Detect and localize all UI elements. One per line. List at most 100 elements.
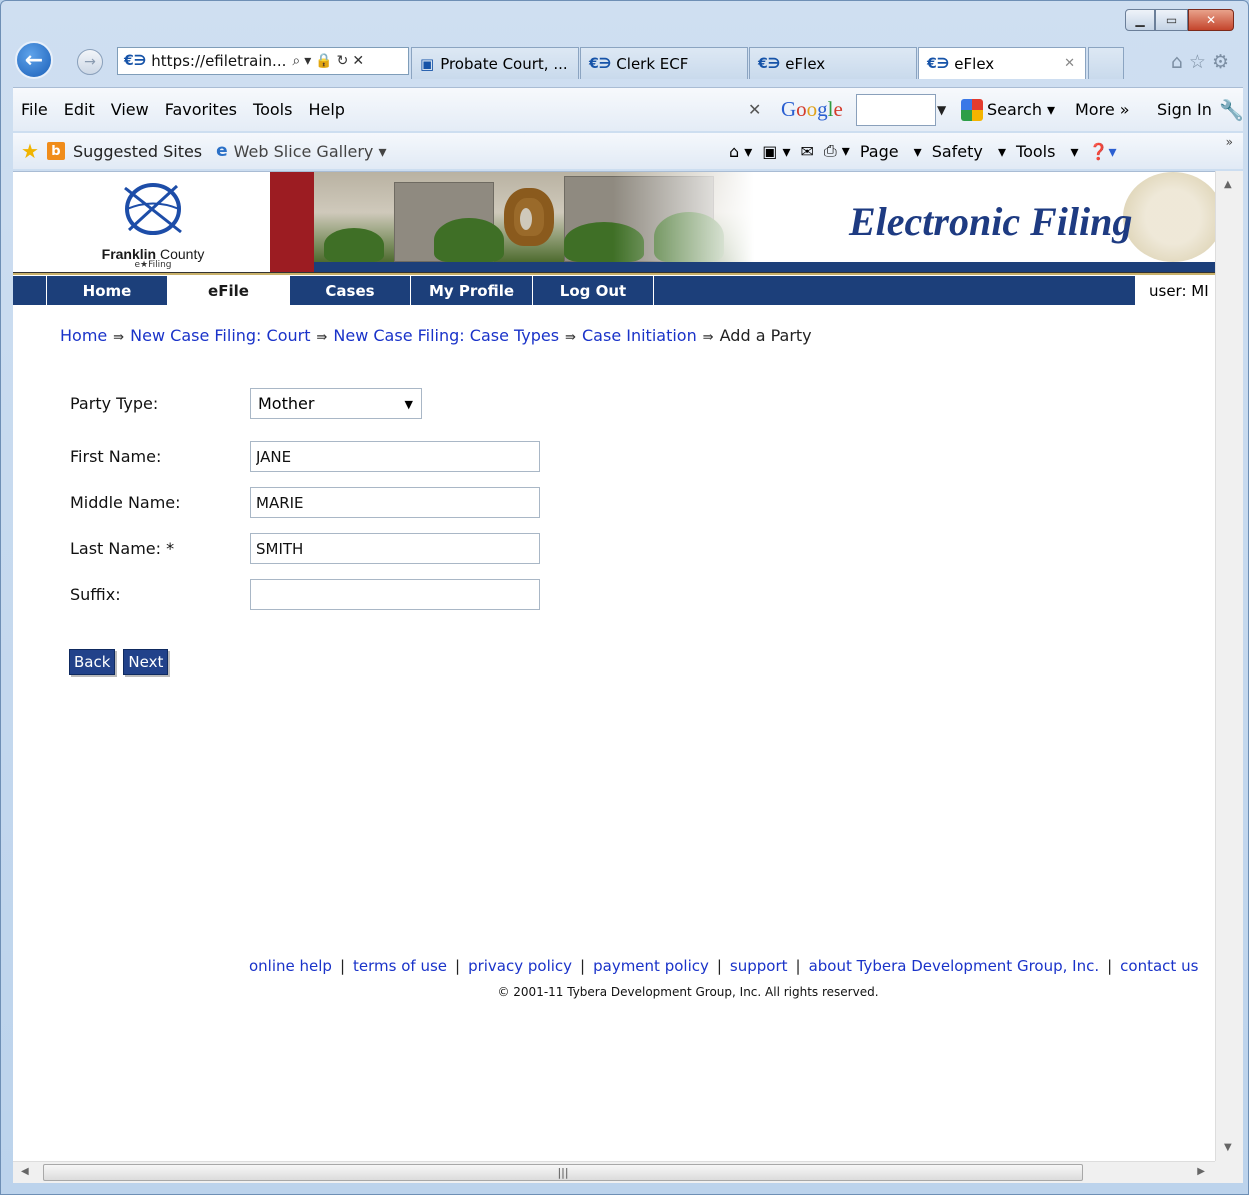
address-actions-icon[interactable]: ⌕▾🔒↻✕ xyxy=(292,53,368,69)
footer-online-help[interactable]: online help xyxy=(249,957,332,975)
menu-view[interactable]: View xyxy=(103,100,157,119)
middle-name-input[interactable] xyxy=(250,487,540,518)
chevron-down-icon: ▼ xyxy=(404,398,413,411)
tab-eflex-active[interactable]: €∋ eFlex ✕ xyxy=(918,47,1086,79)
sculpture-shape xyxy=(504,188,554,246)
scroll-down-icon[interactable]: ▼ xyxy=(1224,1142,1232,1153)
page-favicon-icon: ▣ xyxy=(420,54,435,73)
google-search-button[interactable]: Search ▾ xyxy=(961,98,1055,121)
footer-separator: | xyxy=(339,957,346,975)
tree-shape xyxy=(434,218,504,262)
last-name-input[interactable] xyxy=(250,533,540,564)
close-button[interactable]: ✕ xyxy=(1188,9,1234,31)
chevron-right-icon[interactable]: » xyxy=(1226,135,1233,149)
browser-window: ▁ ▭ ✕ ← → €∋ https://efiletrain... ⌕▾🔒↻✕… xyxy=(0,0,1249,1195)
google-signin-button[interactable]: Sign In xyxy=(1157,100,1212,119)
footer-payment-policy[interactable]: payment policy xyxy=(593,957,709,975)
breadcrumb-new-case-types[interactable]: New Case Filing: Case Types xyxy=(333,326,559,345)
suffix-input[interactable] xyxy=(250,579,540,610)
nav-efile[interactable]: eFile xyxy=(168,276,290,305)
ie-icon: e xyxy=(216,141,228,161)
footer-separator: | xyxy=(455,957,461,975)
favorites-bar: ★ b Suggested Sites e Web Slice Gallery … xyxy=(13,133,1243,169)
next-button[interactable]: Next xyxy=(123,649,169,675)
franklin-county-logo[interactable]: Franklin County e★Filing xyxy=(93,180,213,272)
command-bar: ⌂ ▾ ▣ ▾ ✉ ⎙ ▾ Page ▾ Safety ▾ Tools ▾ ❓▾ xyxy=(729,141,1127,161)
footer-support[interactable]: support xyxy=(730,957,788,975)
menu-tools[interactable]: Tools xyxy=(245,100,300,119)
close-tab-icon[interactable]: ✕ xyxy=(1064,56,1075,71)
help-icon[interactable]: ❓▾ xyxy=(1089,142,1117,161)
copyright-text: © 2001-11 Tybera Development Group, Inc.… xyxy=(497,985,879,999)
back-button[interactable]: Back xyxy=(69,649,116,675)
menu-favorites[interactable]: Favorites xyxy=(157,100,245,119)
print-icon[interactable]: ⎙ ▾ xyxy=(824,141,850,161)
close-toolbar-icon[interactable]: ✕ xyxy=(748,100,761,119)
breadcrumb-new-case-court[interactable]: New Case Filing: Court xyxy=(130,326,310,345)
nav-my-profile[interactable]: My Profile xyxy=(411,276,533,305)
last-name-label: Last Name: * xyxy=(70,539,175,558)
address-bar[interactable]: €∋ https://efiletrain... ⌕▾🔒↻✕ xyxy=(117,47,409,75)
scroll-up-icon[interactable]: ▲ xyxy=(1224,179,1232,190)
home-favorites-settings-icon[interactable]: ⌂☆⚙ xyxy=(1171,51,1235,73)
middle-name-label: Middle Name: xyxy=(70,493,181,512)
nav-log-out[interactable]: Log Out xyxy=(533,276,654,305)
breadcrumb-case-initiation[interactable]: Case Initiation xyxy=(582,326,697,345)
county-seal xyxy=(1123,172,1215,262)
browser-nav-row: ← → €∋ https://efiletrain... ⌕▾🔒↻✕ ▣ Pro… xyxy=(13,39,1243,81)
maximize-button[interactable]: ▭ xyxy=(1155,9,1188,31)
scroll-left-icon[interactable]: ◀ xyxy=(21,1166,29,1177)
home-icon[interactable]: ⌂ ▾ xyxy=(729,142,752,161)
nav-home[interactable]: Home xyxy=(47,276,168,305)
footer-privacy-policy[interactable]: privacy policy xyxy=(468,957,572,975)
first-name-input[interactable] xyxy=(250,441,540,472)
feeds-icon[interactable]: ▣ ▾ xyxy=(762,142,790,161)
tab-eflex[interactable]: €∋ eFlex xyxy=(749,47,917,79)
footer-terms-of-use[interactable]: terms of use xyxy=(353,957,447,975)
footer-separator: | xyxy=(716,957,722,975)
menu-file[interactable]: File xyxy=(13,100,56,119)
web-slice-gallery-link[interactable]: Web Slice Gallery ▾ xyxy=(234,142,387,161)
header-title: Electronic Filing xyxy=(849,199,1133,244)
forward-arrow-icon[interactable]: → xyxy=(77,49,103,75)
site-favicon-icon: €∋ xyxy=(589,55,612,72)
back-arrow-icon[interactable]: ← xyxy=(15,41,53,79)
footer-separator: | xyxy=(1107,957,1113,975)
horizontal-scroll-thumb[interactable]: ||| xyxy=(43,1164,1083,1181)
new-tab-button[interactable] xyxy=(1088,47,1124,79)
chevron-down-icon[interactable]: ▼ xyxy=(937,103,946,117)
menu-edit[interactable]: Edit xyxy=(56,100,103,119)
safety-menu[interactable]: Safety ▾ xyxy=(932,142,1006,161)
footer-separator: | xyxy=(795,957,801,975)
mail-icon[interactable]: ✉ xyxy=(801,142,814,161)
tools-menu[interactable]: Tools ▾ xyxy=(1016,142,1079,161)
suffix-label: Suffix: xyxy=(70,585,121,604)
menu-help[interactable]: Help xyxy=(300,100,352,119)
tab-label: Probate Court, ... xyxy=(440,54,568,73)
minimize-button[interactable]: ▁ xyxy=(1125,9,1155,31)
wrench-icon[interactable]: 🔧 xyxy=(1219,98,1244,122)
footer-about-tybera[interactable]: about Tybera Development Group, Inc. xyxy=(809,957,1100,975)
tab-probate-court[interactable]: ▣ Probate Court, ... xyxy=(411,47,579,79)
tab-label: eFlex xyxy=(954,54,995,73)
site-favicon-icon: €∋ xyxy=(927,55,950,72)
party-type-select[interactable]: Mother ▼ xyxy=(250,388,422,419)
google-more-button[interactable]: More » xyxy=(1075,100,1130,119)
google-search-input[interactable] xyxy=(856,94,936,126)
page-menu[interactable]: Page ▾ xyxy=(860,142,922,161)
breadcrumb-separator: ⇛ xyxy=(113,330,125,345)
breadcrumb-home[interactable]: Home xyxy=(60,326,107,345)
party-type-row: Party Type: Mother ▼ xyxy=(70,388,422,419)
horizontal-scrollbar[interactable]: ◀ ||| ▶ xyxy=(13,1161,1215,1183)
tab-clerk-ecf[interactable]: €∋ Clerk ECF xyxy=(580,47,748,79)
party-type-label: Party Type: xyxy=(70,394,159,413)
footer-contact-us[interactable]: contact us xyxy=(1120,957,1198,975)
safety-menu-label: Safety xyxy=(931,141,983,161)
breadcrumb-current: Add a Party xyxy=(719,326,812,345)
favorites-star-icon[interactable]: ★ xyxy=(21,139,39,163)
photo-fade xyxy=(613,172,754,262)
vertical-scrollbar[interactable]: ▲ ▼ xyxy=(1215,171,1243,1161)
nav-cases[interactable]: Cases xyxy=(290,276,411,305)
scroll-right-icon[interactable]: ▶ xyxy=(1197,1166,1205,1177)
suggested-sites-link[interactable]: Suggested Sites xyxy=(73,142,202,161)
